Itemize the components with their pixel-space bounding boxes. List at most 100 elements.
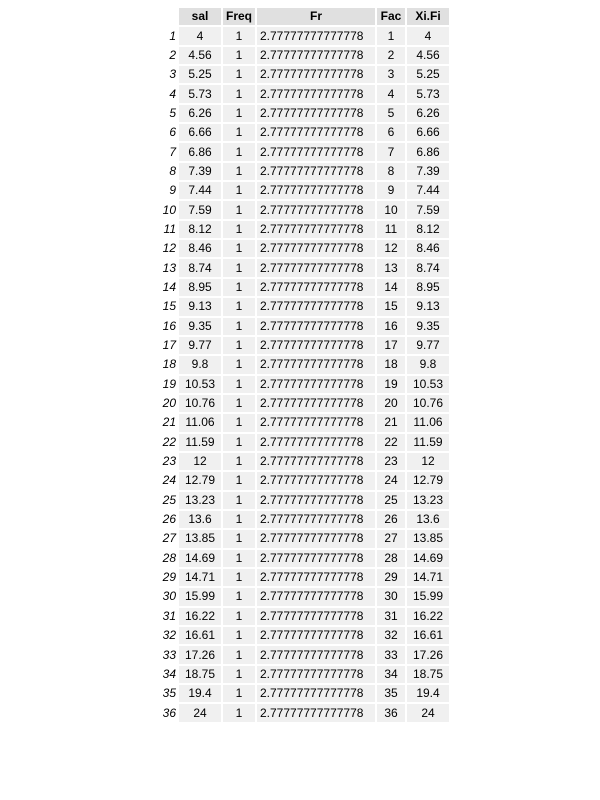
cell-xifi: 12.79 (407, 472, 449, 490)
cell-xifi: 5.73 (407, 85, 449, 103)
row-number: 19 (162, 376, 176, 391)
row-number: 21 (162, 415, 176, 430)
table-row: 30 15.99 1 2.77777777777778 30 15.99 (157, 588, 449, 606)
cell-xifi: 13.85 (407, 530, 449, 548)
row-number: 11 (163, 221, 176, 236)
cell-xifi: 7.59 (407, 201, 449, 219)
cell-xifi: 8.95 (407, 278, 449, 297)
cell-freq: 1 (223, 588, 255, 606)
table-row: 19 10.53 1 2.77777777777778 19 10.53 (157, 375, 449, 393)
cell-fr: 2.77777777777778 (257, 182, 375, 200)
cell-sal: 9.8 (179, 356, 221, 374)
cell-fac: 25 (377, 491, 405, 509)
frequency-table: sal Freq Fr Fac Xi.Fi 1 4 1 2.7777777777777… (155, 6, 451, 724)
row-number: 22 (162, 434, 176, 449)
row-number: 32 (162, 628, 176, 643)
cell-sal: 7.59 (179, 201, 221, 219)
cell-sal: 9.13 (179, 298, 221, 316)
cell-fr: 2.77777777777778 (257, 472, 375, 490)
cell-fr: 2.77777777777778 (257, 414, 375, 432)
cell-sal: 12 (179, 452, 221, 471)
row-number: 14 (162, 279, 176, 294)
cell-sal: 4 (179, 27, 221, 45)
cell-freq: 1 (223, 375, 255, 393)
column-header-fac[interactable]: Fac (377, 8, 405, 26)
column-header-sal[interactable]: sal (179, 8, 221, 26)
cell-fac: 27 (377, 530, 405, 548)
row-number: 36 (162, 705, 176, 720)
cell-sal: 16.61 (179, 627, 221, 645)
cell-xifi: 11.06 (407, 414, 449, 432)
cell-xifi: 16.22 (407, 607, 449, 625)
cell-sal: 8.46 (179, 240, 221, 258)
cell-fr: 2.77777777777778 (257, 433, 375, 451)
cell-freq: 1 (223, 472, 255, 490)
cell-fac: 20 (377, 394, 405, 413)
cell-freq: 1 (223, 452, 255, 471)
cell-fac: 1 (377, 27, 405, 45)
row-number-header (157, 8, 177, 25)
table-row: 22 11.59 1 2.77777777777778 22 11.59 (157, 433, 449, 451)
table-row: 5 6.26 1 2.77777777777778 5 6.26 (157, 104, 449, 123)
cell-fr: 2.77777777777778 (257, 143, 375, 161)
table-row: 18 9.8 1 2.77777777777778 18 9.8 (157, 356, 449, 374)
cell-xifi: 15.99 (407, 588, 449, 606)
table-row: 12 8.46 1 2.77777777777778 12 8.46 (157, 240, 449, 258)
cell-fac: 28 (377, 549, 405, 567)
cell-fac: 17 (377, 336, 405, 355)
cell-fr: 2.77777777777778 (257, 452, 375, 471)
cell-xifi: 24 (407, 704, 449, 722)
table-row: 23 12 1 2.77777777777778 23 12 (157, 452, 449, 471)
cell-freq: 1 (223, 646, 255, 664)
cell-fac: 6 (377, 124, 405, 142)
cell-fr: 2.77777777777778 (257, 259, 375, 277)
row-number: 15 (162, 299, 176, 314)
cell-freq: 1 (223, 85, 255, 103)
cell-freq: 1 (223, 356, 255, 374)
cell-fr: 2.77777777777778 (257, 46, 375, 65)
table-row: 34 18.75 1 2.77777777777778 34 18.75 (157, 665, 449, 684)
cell-fac: 7 (377, 143, 405, 161)
cell-freq: 1 (223, 27, 255, 45)
cell-fac: 35 (377, 685, 405, 703)
row-number: 20 (162, 396, 176, 411)
cell-fac: 5 (377, 104, 405, 123)
cell-fr: 2.77777777777778 (257, 104, 375, 123)
cell-fac: 9 (377, 182, 405, 200)
row-number: 6 (169, 125, 176, 140)
table-row: 35 19.4 1 2.77777777777778 35 19.4 (157, 685, 449, 703)
cell-freq: 1 (223, 665, 255, 684)
column-header-fr[interactable]: Fr (257, 8, 375, 26)
cell-fr: 2.77777777777778 (257, 240, 375, 258)
cell-freq: 1 (223, 201, 255, 219)
cell-xifi: 14.69 (407, 549, 449, 567)
row-number: 24 (162, 473, 176, 488)
cell-fr: 2.77777777777778 (257, 646, 375, 664)
cell-fac: 4 (377, 85, 405, 103)
column-header-freq[interactable]: Freq (223, 8, 255, 26)
table-row: 31 16.22 1 2.77777777777778 31 16.22 (157, 607, 449, 625)
cell-fr: 2.77777777777778 (257, 568, 375, 587)
cell-sal: 4.56 (179, 46, 221, 65)
column-header-xifi[interactable]: Xi.Fi (407, 8, 449, 26)
cell-xifi: 13.6 (407, 510, 449, 529)
cell-freq: 1 (223, 491, 255, 509)
cell-xifi: 8.46 (407, 240, 449, 258)
cell-fr: 2.77777777777778 (257, 394, 375, 413)
table-row: 32 16.61 1 2.77777777777778 32 16.61 (157, 627, 449, 645)
cell-fr: 2.77777777777778 (257, 375, 375, 393)
cell-freq: 1 (223, 627, 255, 645)
cell-fac: 8 (377, 162, 405, 181)
table-row: 20 10.76 1 2.77777777777778 20 10.76 (157, 394, 449, 413)
cell-fac: 12 (377, 240, 405, 258)
table-row: 36 24 1 2.77777777777778 36 24 (157, 704, 449, 722)
cell-freq: 1 (223, 143, 255, 161)
row-number: 28 (162, 550, 176, 565)
cell-sal: 8.74 (179, 259, 221, 277)
cell-sal: 11.59 (179, 433, 221, 451)
cell-fac: 31 (377, 607, 405, 625)
table-row: 17 9.77 1 2.77777777777778 17 9.77 (157, 336, 449, 355)
cell-fac: 3 (377, 66, 405, 84)
row-number: 13 (162, 260, 176, 275)
table-row: 4 5.73 1 2.77777777777778 4 5.73 (157, 85, 449, 103)
